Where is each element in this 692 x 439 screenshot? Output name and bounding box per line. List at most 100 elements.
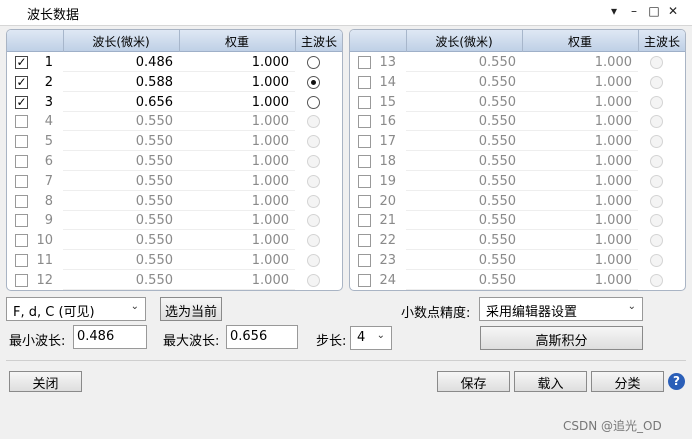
row-wavelength[interactable]: 0.550 xyxy=(67,233,173,248)
row-weight[interactable]: 1.000 xyxy=(183,95,289,110)
classify-button[interactable]: 分类 xyxy=(591,371,664,392)
table-row[interactable]: 4 0.550 1.000 xyxy=(7,112,342,132)
primary-wavelength-radio[interactable] xyxy=(307,273,320,287)
row-checkbox[interactable] xyxy=(358,75,371,89)
row-checkbox[interactable] xyxy=(358,214,371,228)
row-wavelength[interactable]: 0.550 xyxy=(410,114,516,129)
preset-select[interactable]: F, d, C (可见) ⌄ xyxy=(6,297,146,321)
help-icon[interactable]: ? xyxy=(668,373,685,390)
row-wavelength[interactable]: 0.550 xyxy=(67,194,173,209)
table-row[interactable]: ✓ 3 0.656 1.000 xyxy=(7,93,342,113)
table-row[interactable]: 8 0.550 1.000 xyxy=(7,192,342,212)
row-checkbox[interactable] xyxy=(358,194,371,208)
row-weight[interactable]: 1.000 xyxy=(526,55,632,70)
row-weight[interactable]: 1.000 xyxy=(526,114,632,129)
row-checkbox[interactable]: ✓ xyxy=(15,56,28,69)
table-row[interactable]: 7 0.550 1.000 xyxy=(7,172,342,192)
row-checkbox[interactable] xyxy=(15,155,28,168)
decimal-select[interactable]: 采用编辑器设置 ⌄ xyxy=(479,297,643,321)
row-checkbox[interactable] xyxy=(15,254,28,267)
primary-wavelength-radio[interactable] xyxy=(650,254,663,267)
row-wavelength[interactable]: 0.486 xyxy=(67,55,173,70)
primary-wavelength-radio[interactable] xyxy=(307,75,320,89)
table-row[interactable]: 10 0.550 1.000 xyxy=(7,231,342,251)
row-weight[interactable]: 1.000 xyxy=(183,273,289,288)
row-checkbox[interactable] xyxy=(358,155,371,168)
row-weight[interactable]: 1.000 xyxy=(526,233,632,248)
row-wavelength[interactable]: 0.550 xyxy=(410,233,516,248)
table-row[interactable]: 12 0.550 1.000 xyxy=(7,271,342,290)
select-current-button[interactable]: 选为当前 xyxy=(160,297,222,321)
table-row[interactable]: 21 0.550 1.000 xyxy=(350,211,685,231)
primary-wavelength-radio[interactable] xyxy=(650,234,663,248)
row-wavelength[interactable]: 0.550 xyxy=(67,213,173,228)
row-weight[interactable]: 1.000 xyxy=(526,174,632,189)
row-weight[interactable]: 1.000 xyxy=(526,154,632,169)
table-row[interactable]: 6 0.550 1.000 xyxy=(7,152,342,172)
row-checkbox[interactable] xyxy=(358,95,371,109)
row-weight[interactable]: 1.000 xyxy=(183,253,289,268)
row-weight[interactable]: 1.000 xyxy=(526,194,632,209)
row-wavelength[interactable]: 0.550 xyxy=(67,114,173,129)
row-weight[interactable]: 1.000 xyxy=(183,55,289,70)
row-checkbox[interactable] xyxy=(15,234,28,248)
primary-wavelength-radio[interactable] xyxy=(307,234,320,248)
row-checkbox[interactable] xyxy=(15,214,28,228)
row-checkbox[interactable] xyxy=(15,115,28,129)
row-weight[interactable]: 1.000 xyxy=(183,75,289,90)
table-row[interactable]: 11 0.550 1.000 xyxy=(7,251,342,271)
row-weight[interactable]: 1.000 xyxy=(183,174,289,189)
primary-wavelength-radio[interactable] xyxy=(307,155,320,168)
row-checkbox[interactable] xyxy=(358,115,371,129)
load-button[interactable]: 载入 xyxy=(514,371,587,392)
minimize-icon[interactable]: – xyxy=(627,4,641,18)
primary-wavelength-radio[interactable] xyxy=(650,135,663,149)
table-row[interactable]: 16 0.550 1.000 xyxy=(350,112,685,132)
primary-wavelength-radio[interactable] xyxy=(650,214,663,228)
table-row[interactable]: 20 0.550 1.000 xyxy=(350,192,685,212)
table-row[interactable]: 22 0.550 1.000 xyxy=(350,231,685,251)
primary-wavelength-radio[interactable] xyxy=(650,75,663,89)
row-checkbox[interactable] xyxy=(15,273,28,287)
row-wavelength[interactable]: 0.550 xyxy=(410,154,516,169)
primary-wavelength-radio[interactable] xyxy=(650,273,663,287)
table-row[interactable]: 9 0.550 1.000 xyxy=(7,211,342,231)
table-row[interactable]: 15 0.550 1.000 xyxy=(350,93,685,113)
row-weight[interactable]: 1.000 xyxy=(183,134,289,149)
row-weight[interactable]: 1.000 xyxy=(183,114,289,129)
row-wavelength[interactable]: 0.550 xyxy=(67,134,173,149)
table-row[interactable]: 24 0.550 1.000 xyxy=(350,271,685,290)
table-row[interactable]: ✓ 2 0.588 1.000 xyxy=(7,73,342,93)
primary-wavelength-radio[interactable] xyxy=(650,115,663,129)
row-weight[interactable]: 1.000 xyxy=(526,134,632,149)
row-weight[interactable]: 1.000 xyxy=(526,95,632,110)
primary-wavelength-radio[interactable] xyxy=(307,56,320,69)
primary-wavelength-radio[interactable] xyxy=(307,254,320,267)
row-wavelength[interactable]: 0.588 xyxy=(67,75,173,90)
primary-wavelength-radio[interactable] xyxy=(307,194,320,208)
table-row[interactable]: 5 0.550 1.000 xyxy=(7,132,342,152)
row-weight[interactable]: 1.000 xyxy=(183,233,289,248)
row-wavelength[interactable]: 0.656 xyxy=(67,95,173,110)
gauss-quadrature-button[interactable]: 高斯积分 xyxy=(480,326,643,350)
row-checkbox[interactable] xyxy=(358,174,371,188)
primary-wavelength-radio[interactable] xyxy=(650,95,663,109)
max-wavelength-input[interactable]: 0.656 xyxy=(226,325,298,349)
row-wavelength[interactable]: 0.550 xyxy=(410,55,516,70)
row-weight[interactable]: 1.000 xyxy=(183,213,289,228)
table-row[interactable]: 19 0.550 1.000 xyxy=(350,172,685,192)
row-weight[interactable]: 1.000 xyxy=(526,213,632,228)
min-wavelength-input[interactable]: 0.486 xyxy=(73,325,147,349)
row-weight[interactable]: 1.000 xyxy=(183,194,289,209)
table-row[interactable]: 14 0.550 1.000 xyxy=(350,73,685,93)
close-icon[interactable]: ✕ xyxy=(666,4,680,18)
row-wavelength[interactable]: 0.550 xyxy=(410,194,516,209)
row-checkbox[interactable] xyxy=(15,194,28,208)
primary-wavelength-radio[interactable] xyxy=(307,174,320,188)
row-weight[interactable]: 1.000 xyxy=(526,273,632,288)
close-button[interactable]: 关闭 xyxy=(9,371,82,392)
row-wavelength[interactable]: 0.550 xyxy=(410,213,516,228)
save-button[interactable]: 保存 xyxy=(437,371,510,392)
dropdown-icon[interactable]: ▾ xyxy=(607,4,621,18)
row-wavelength[interactable]: 0.550 xyxy=(67,174,173,189)
